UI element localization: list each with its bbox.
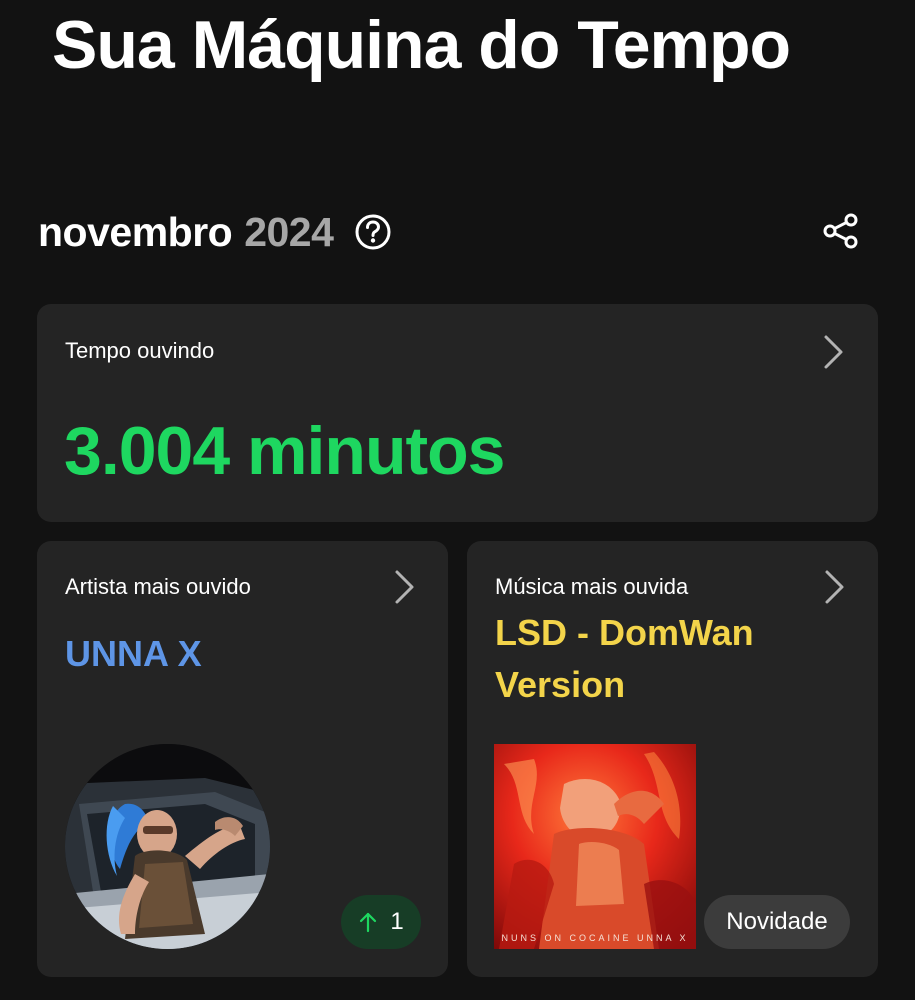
period-year: 2024 <box>244 208 334 255</box>
top-artist-label: Artista mais ouvido <box>65 574 251 599</box>
rank-change-badge: 1 <box>341 895 421 949</box>
help-circle-icon[interactable] <box>353 212 393 252</box>
top-artist-name: UNNA X <box>65 633 202 674</box>
artist-avatar <box>65 744 270 949</box>
rank-change-value: 1 <box>390 908 404 935</box>
time-machine-page: Sua Máquina do Tempo novembro 2024 Tempo… <box>0 0 915 1000</box>
page-title: Sua Máquina do Tempo <box>52 7 791 83</box>
album-cover: NUNS ON COCAINE UNNA X <box>494 744 696 949</box>
chevron-right-icon[interactable] <box>820 567 848 607</box>
top-track-card[interactable]: Música mais ouvida LSD - DomWan Version <box>467 541 878 977</box>
album-cover-text: NUNS ON COCAINE UNNA X <box>501 933 689 943</box>
share-icon <box>823 213 858 249</box>
listening-time-label: Tempo ouvindo <box>65 338 215 363</box>
period-header: novembro 2024 <box>38 204 393 260</box>
chevron-right-icon[interactable] <box>390 567 418 607</box>
new-badge: Novidade <box>704 895 850 949</box>
arrow-up-icon <box>360 912 377 933</box>
listening-time-card[interactable]: Tempo ouvindo 3.004 minutos <box>37 304 878 522</box>
share-button[interactable] <box>818 208 864 254</box>
top-track-label: Música mais ouvida <box>495 574 689 599</box>
listening-time-value: 3.004 minutos <box>64 413 505 489</box>
chevron-right-icon[interactable] <box>819 332 847 372</box>
period-month: novembro <box>38 208 233 255</box>
top-track-title: LSD - DomWan Version <box>495 612 754 705</box>
top-artist-card[interactable]: Artista mais ouvido UNNA X 1 <box>37 541 448 977</box>
